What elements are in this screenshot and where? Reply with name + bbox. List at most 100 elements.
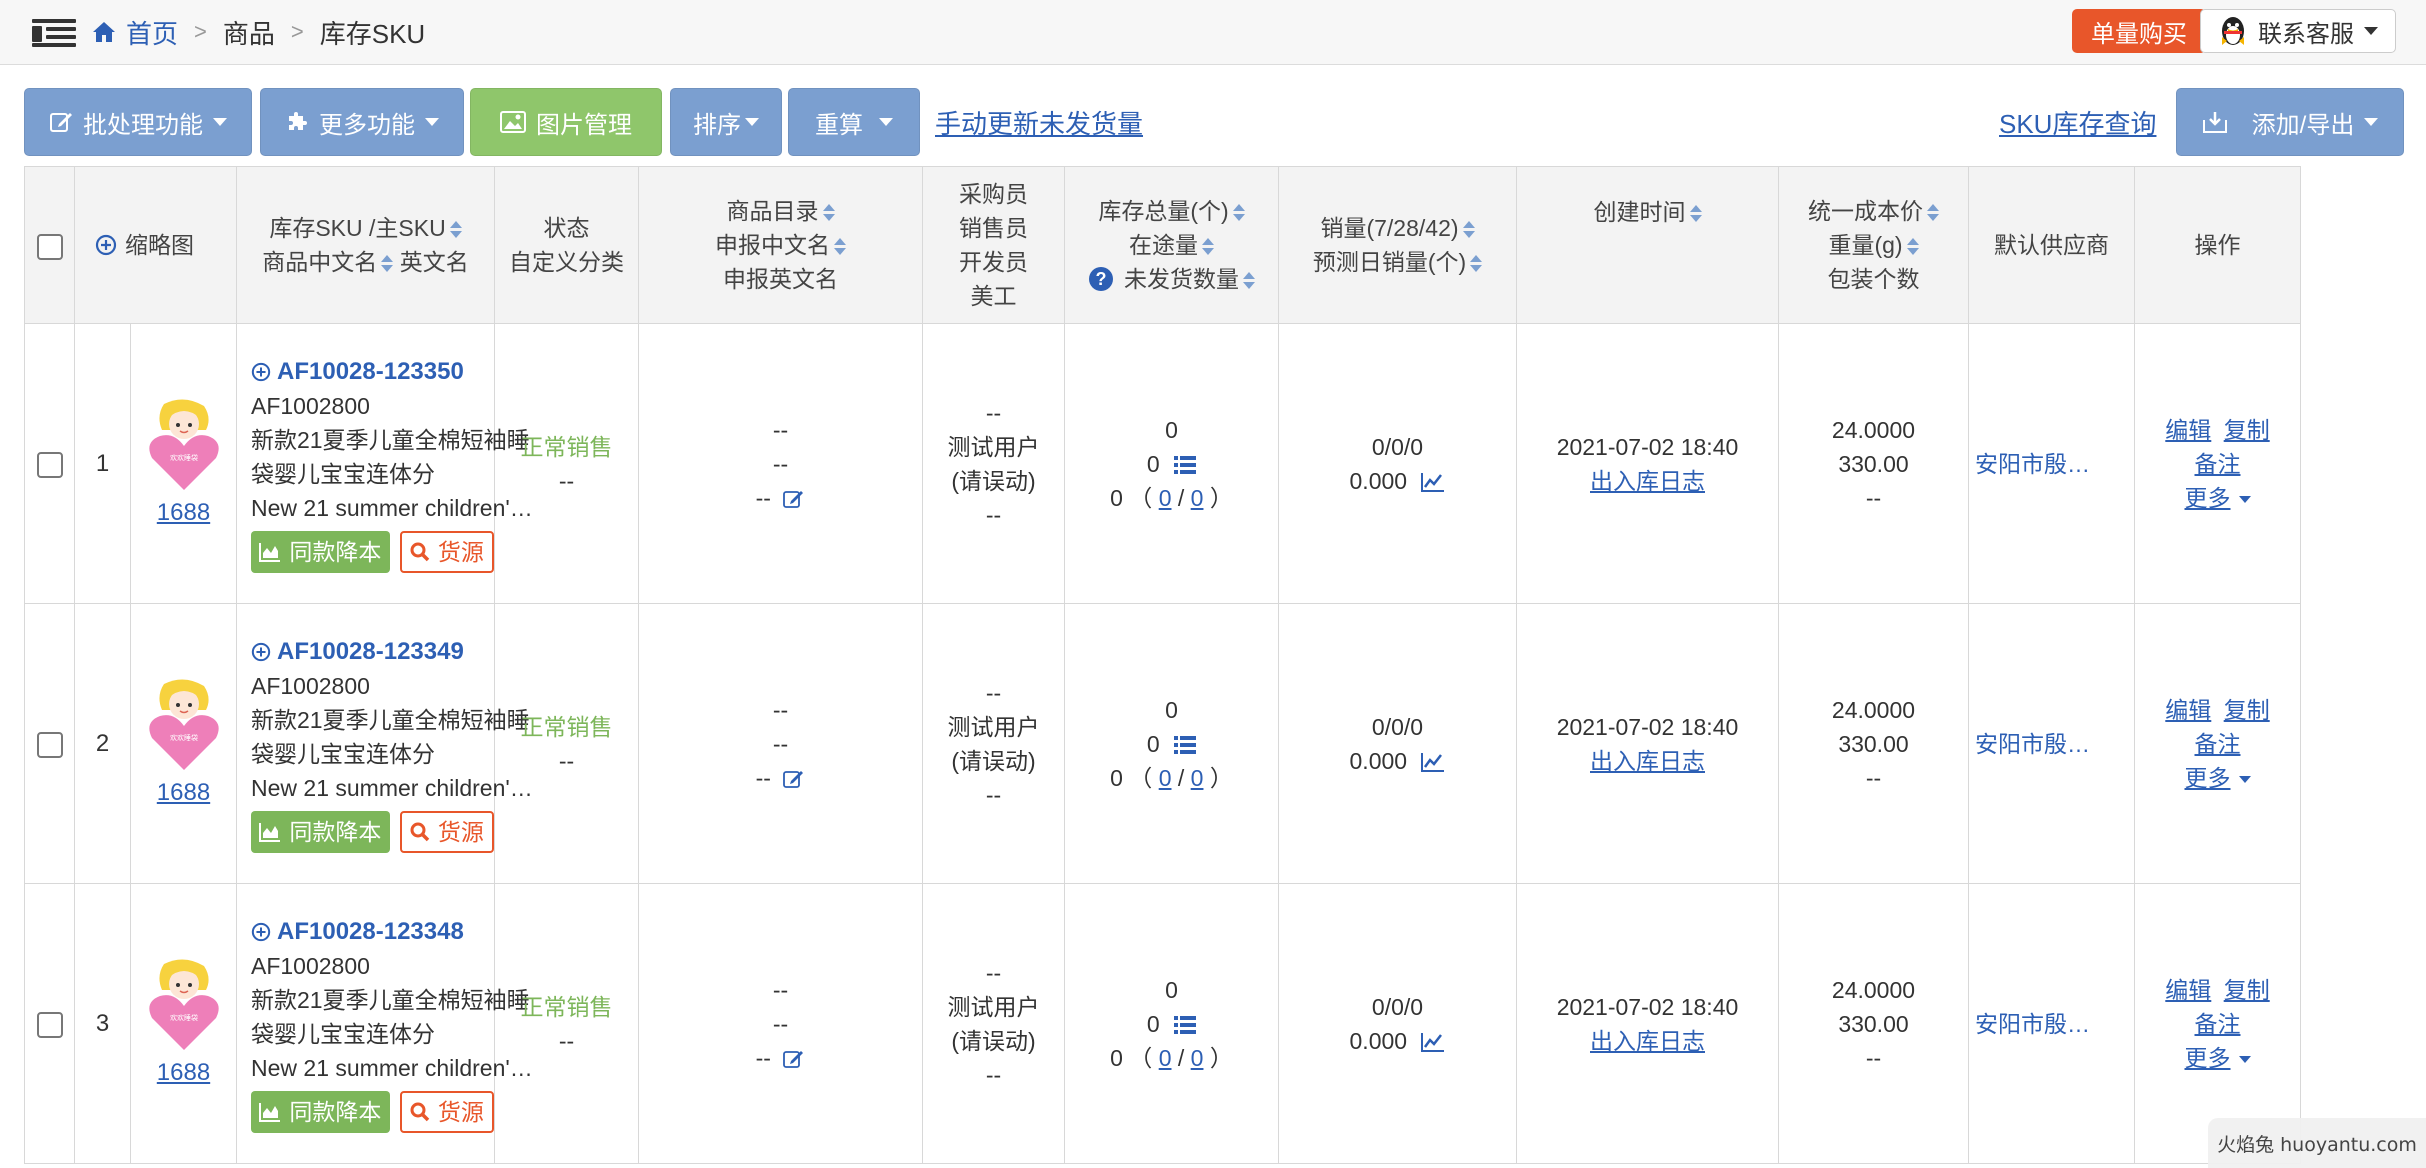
row-checkbox[interactable] <box>36 452 63 479</box>
copy-link[interactable]: 复制 <box>2224 697 2270 723</box>
source-1688-link[interactable]: 1688 <box>157 496 210 530</box>
image-management-button[interactable]: 图片管理 <box>470 88 662 156</box>
goods-source-button[interactable]: 货源 <box>399 530 494 573</box>
table-row[interactable]: 2 欢欢睡袋 1688 AF10028-123349 AF1002800 新款2… <box>24 603 2426 884</box>
chevron-down-icon <box>879 118 893 126</box>
line-chart-icon[interactable] <box>1421 472 1445 492</box>
list-icon[interactable] <box>1174 735 1197 755</box>
status-cell: 正常销售 -- <box>494 323 639 604</box>
line-chart-icon[interactable] <box>1421 1032 1445 1052</box>
note-link[interactable]: 备注 <box>2195 731 2241 757</box>
sort-button[interactable]: 排序 <box>670 88 782 156</box>
unshipped-link[interactable]: 0 <box>1159 765 1172 791</box>
plus-circle-icon[interactable] <box>95 234 117 256</box>
same-style-cost-reduce-button[interactable]: 同款降本 <box>251 810 390 853</box>
sku-stock-query-link[interactable]: SKU库存查询 <box>1999 104 2156 141</box>
stock-total: 0 <box>1165 976 1178 1003</box>
chart-area-icon <box>259 1102 281 1122</box>
sort-icon[interactable] <box>381 254 394 274</box>
plus-circle-icon[interactable] <box>251 642 271 662</box>
sort-icon[interactable] <box>1689 204 1702 224</box>
top-bar: 首页 > 商品 > 库存SKU 单量购买 联系客服 <box>0 0 2426 65</box>
more-functions-button[interactable]: 更多功能 <box>260 88 464 156</box>
sort-icon[interactable] <box>1927 203 1939 223</box>
cost-cell: 24.0000 330.00 -- <box>1778 323 1969 604</box>
list-icon[interactable] <box>1174 455 1197 475</box>
stock-log-link[interactable]: 出入库日志 <box>1517 464 1778 498</box>
stock-log-link[interactable]: 出入库日志 <box>1517 1024 1778 1058</box>
breadcrumb-home[interactable]: 首页 <box>92 14 178 51</box>
edit-link[interactable]: 编辑 <box>2165 697 2211 723</box>
goods-source-button[interactable]: 货源 <box>399 1090 494 1133</box>
product-thumbnail[interactable]: 欢欢睡袋 <box>146 678 222 774</box>
menu-toggle-icon[interactable] <box>32 17 76 49</box>
add-export-button[interactable]: 添加/导出 <box>2176 88 2404 156</box>
sku-code-link[interactable]: AF10028-123349 <box>251 635 481 669</box>
sku-code-link[interactable]: AF10028-123348 <box>251 915 481 949</box>
unshipped-link[interactable]: 0 <box>1159 485 1172 511</box>
sort-icon[interactable] <box>1202 237 1214 257</box>
note-link[interactable]: 备注 <box>2195 451 2241 477</box>
more-ops-link[interactable]: 更多 <box>2185 485 2231 511</box>
sort-icon[interactable] <box>1906 237 1919 257</box>
list-icon[interactable] <box>1174 1015 1197 1035</box>
copy-link[interactable]: 复制 <box>2224 977 2270 1003</box>
sku-header: 库存SKU /主SKU 商品中文名 英文名 <box>236 166 495 324</box>
sort-icon[interactable] <box>449 220 462 240</box>
unshipped-link[interactable]: 0 <box>1191 485 1204 511</box>
unshipped-link[interactable]: 0 <box>1191 1045 1204 1071</box>
edit-icon[interactable] <box>783 489 805 509</box>
edit-icon[interactable] <box>783 769 805 789</box>
chevron-down-icon <box>2238 1055 2251 1063</box>
edit-icon[interactable] <box>783 1049 805 1069</box>
goods-source-button[interactable]: 货源 <box>399 810 494 853</box>
recalculate-button[interactable]: 重算 <box>788 88 920 156</box>
note-link[interactable]: 备注 <box>2195 1011 2241 1037</box>
svg-text:欢欢睡袋: 欢欢睡袋 <box>170 453 198 462</box>
more-ops-link[interactable]: 更多 <box>2185 1045 2231 1071</box>
sort-icon[interactable] <box>1232 203 1245 223</box>
plus-circle-icon[interactable] <box>251 362 271 382</box>
created-cell: 2021-07-02 18:40 出入库日志 <box>1516 603 1779 884</box>
batch-process-button[interactable]: 批处理功能 <box>24 88 252 156</box>
single-purchase-button[interactable]: 单量购买 <box>2072 9 2206 53</box>
edit-link[interactable]: 编辑 <box>2165 977 2211 1003</box>
supplier-link[interactable]: 安阳市殷… <box>1975 731 2090 757</box>
help-icon[interactable]: ? <box>1088 266 1114 292</box>
weight: 330.00 <box>1838 450 1909 477</box>
manual-update-unshipped-link[interactable]: 手动更新未发货量 <box>935 104 1143 141</box>
sort-icon[interactable] <box>822 203 835 223</box>
product-thumbnail[interactable]: 欢欢睡袋 <box>146 398 222 494</box>
unshipped-link[interactable]: 0 <box>1159 1045 1172 1071</box>
catalog-cell: -- -- -- <box>638 323 923 604</box>
plus-circle-icon[interactable] <box>251 922 271 942</box>
breadcrumb-section[interactable]: 商品 <box>223 14 275 51</box>
same-style-cost-reduce-button[interactable]: 同款降本 <box>251 530 390 573</box>
stock-log-link[interactable]: 出入库日志 <box>1517 744 1778 778</box>
copy-link[interactable]: 复制 <box>2224 417 2270 443</box>
sku-code-link[interactable]: AF10028-123350 <box>251 355 481 389</box>
contact-service-button[interactable]: 联系客服 <box>2200 9 2396 53</box>
sort-icon[interactable] <box>1470 254 1483 274</box>
supplier-link[interactable]: 安阳市殷… <box>1975 1011 2090 1037</box>
select-all-checkbox[interactable] <box>36 233 63 260</box>
row-checkbox[interactable] <box>36 1012 63 1039</box>
sales-counts: 0/0/0 <box>1371 433 1424 460</box>
table-row[interactable]: 3 欢欢睡袋 1688 AF10028-123348 AF1002800 新款2… <box>24 883 2426 1164</box>
sort-icon[interactable] <box>834 237 846 257</box>
line-chart-icon[interactable] <box>1421 752 1445 772</box>
unshipped-link[interactable]: 0 <box>1191 765 1204 791</box>
download-box-icon <box>2202 112 2227 133</box>
product-thumbnail[interactable]: 欢欢睡袋 <box>146 958 222 1054</box>
sort-icon[interactable] <box>1462 220 1475 240</box>
same-style-cost-reduce-button[interactable]: 同款降本 <box>251 1090 390 1133</box>
edit-link[interactable]: 编辑 <box>2165 417 2211 443</box>
chevron-down-icon <box>425 118 439 126</box>
source-1688-link[interactable]: 1688 <box>157 776 210 810</box>
table-row[interactable]: 1 欢欢睡袋 1688 AF10028-123350 AF1002800 新款2… <box>24 323 2426 604</box>
more-ops-link[interactable]: 更多 <box>2185 765 2231 791</box>
sort-icon[interactable] <box>1243 271 1255 291</box>
source-1688-link[interactable]: 1688 <box>157 1056 210 1090</box>
supplier-link[interactable]: 安阳市殷… <box>1975 451 2090 477</box>
row-checkbox[interactable] <box>36 732 63 759</box>
